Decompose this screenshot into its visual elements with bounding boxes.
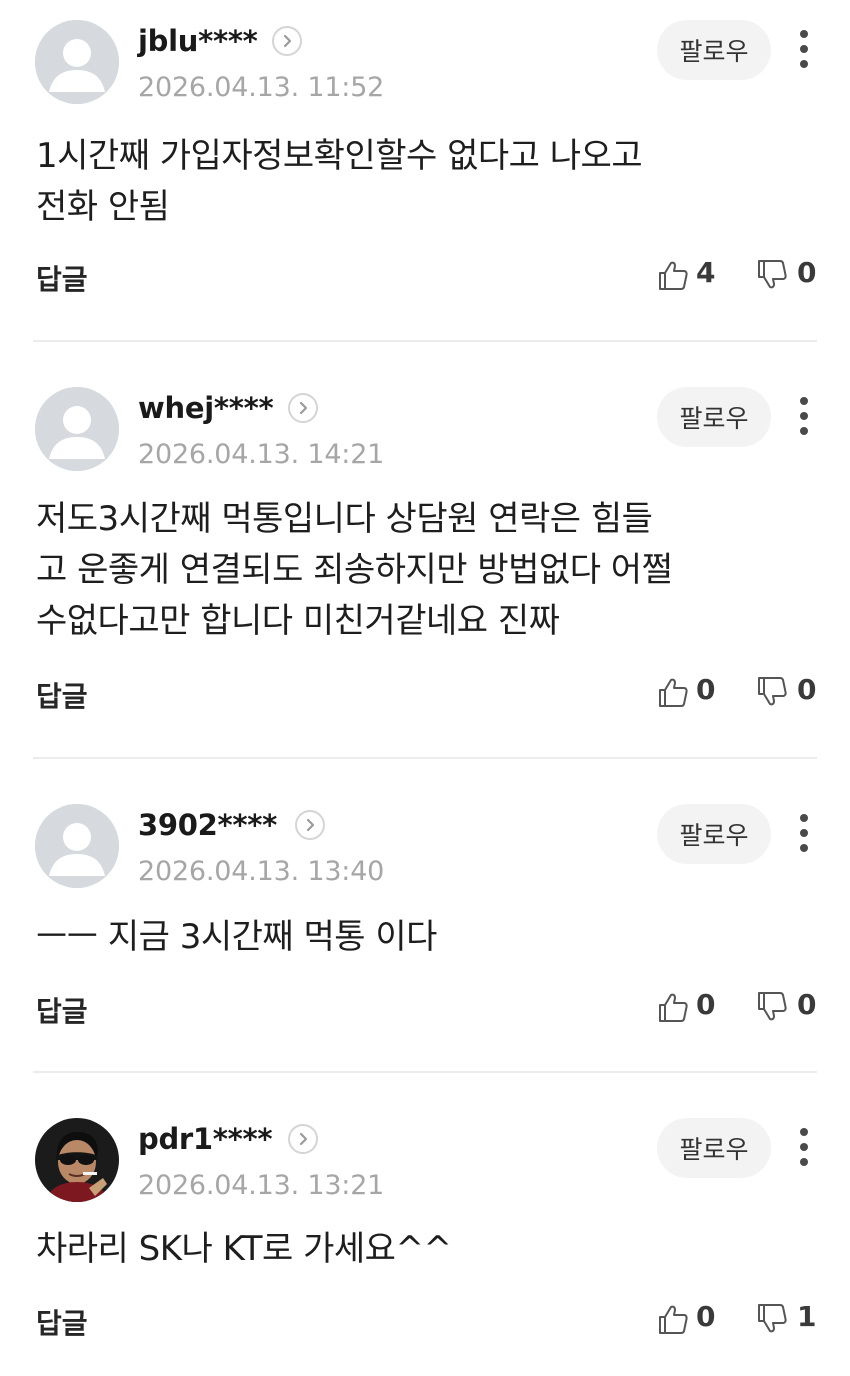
reply-button[interactable]: 답글 [36, 1302, 88, 1342]
avatar[interactable] [35, 804, 119, 888]
reply-button[interactable]: 답글 [36, 990, 88, 1030]
like-count: 4 [696, 256, 716, 289]
thumbs-down-icon [758, 260, 787, 289]
comment-text: 저도3시간째 먹통입니다 상담원 연락은 힘들 고 운좋게 연결되도 죄송하지만… [36, 494, 806, 647]
username[interactable]: whej**** [138, 391, 274, 425]
comment-list: jblu**** 2026.04.13. 11:52 팔로우 1시간째 가입자정… [0, 0, 850, 1376]
comment-text-line: 1시간째 가입자정보확인할수 없다고 나오고 [36, 136, 643, 176]
dislike-button[interactable]: 0 [755, 988, 817, 1028]
thumbs-up-icon [659, 993, 688, 1022]
comment-text-line: 고 운좋게 연결되도 죄송하지만 방법없다 어쩔 [36, 550, 673, 590]
comment-date: 2026.04.13. 13:21 [138, 1170, 385, 1201]
comment-text: 1시간째 가입자정보확인할수 없다고 나오고 전화 안됨 [36, 131, 806, 233]
like-button[interactable]: 0 [656, 988, 716, 1028]
avatar[interactable] [35, 1118, 119, 1202]
chevron-right-icon[interactable] [272, 26, 302, 56]
like-count: 0 [696, 1300, 716, 1333]
comment-text-line: 저도3시간째 먹통입니다 상담원 연락은 힘들 [36, 499, 653, 539]
chevron-right-icon[interactable] [288, 1124, 318, 1154]
dislike-count: 0 [797, 988, 817, 1021]
comment-text-line: 전화 안됨 [36, 187, 170, 227]
more-options-icon[interactable] [792, 391, 816, 447]
comment-text-line: 차라리 SK나 KT로 가세요^^ [36, 1229, 452, 1269]
more-options-icon[interactable] [792, 808, 816, 864]
comment-text: 차라리 SK나 KT로 가세요^^ [36, 1224, 806, 1275]
like-count: 0 [696, 988, 716, 1021]
chevron-right-icon[interactable] [295, 810, 325, 840]
dislike-button[interactable]: 0 [755, 673, 817, 713]
username[interactable]: pdr1**** [138, 1122, 273, 1156]
divider [33, 757, 817, 759]
more-options-icon[interactable] [792, 1122, 816, 1178]
username[interactable]: jblu**** [138, 24, 258, 58]
comment-date: 2026.04.13. 13:40 [138, 856, 385, 887]
like-button[interactable]: 0 [656, 1300, 716, 1340]
thumbs-up-icon [659, 678, 688, 707]
default-avatar-icon [35, 804, 119, 888]
like-count: 0 [696, 673, 716, 706]
dislike-count: 0 [797, 256, 817, 289]
comment-text-line: 수없다고만 합니다 미친거같네요 진짜 [36, 601, 560, 641]
thumbs-up-icon [659, 1305, 688, 1334]
comment-text-line: ㅡㅡ 지금 3시간째 먹통 이다 [36, 917, 437, 957]
thumbs-up-icon [659, 261, 688, 290]
username[interactable]: 3902**** [138, 808, 277, 842]
reply-button[interactable]: 답글 [36, 675, 88, 715]
like-button[interactable]: 4 [656, 256, 716, 296]
thumbs-down-icon [758, 677, 787, 706]
thumbs-down-icon [758, 1304, 787, 1333]
comment-date: 2026.04.13. 14:21 [138, 439, 385, 470]
default-avatar-icon [35, 20, 119, 104]
follow-button[interactable]: 팔로우 [657, 387, 771, 447]
divider [33, 1071, 817, 1073]
default-avatar-icon [35, 387, 119, 471]
thumbs-down-icon [758, 992, 787, 1021]
photo-avatar-man-sunglasses-icon [35, 1118, 119, 1202]
dislike-button[interactable]: 1 [755, 1300, 817, 1340]
dislike-button[interactable]: 0 [755, 256, 817, 296]
reply-button[interactable]: 답글 [36, 258, 88, 298]
divider [33, 340, 817, 342]
avatar[interactable] [35, 387, 119, 471]
comment-date: 2026.04.13. 11:52 [138, 72, 385, 103]
follow-button[interactable]: 팔로우 [657, 1118, 771, 1178]
dislike-count: 0 [797, 673, 817, 706]
like-button[interactable]: 0 [656, 673, 716, 713]
comment-text: ㅡㅡ 지금 3시간째 먹통 이다 [36, 912, 806, 963]
follow-button[interactable]: 팔로우 [657, 20, 771, 80]
more-options-icon[interactable] [792, 24, 816, 80]
dislike-count: 1 [797, 1300, 817, 1333]
chevron-right-icon[interactable] [288, 393, 318, 423]
avatar[interactable] [35, 20, 119, 104]
follow-button[interactable]: 팔로우 [657, 804, 771, 864]
